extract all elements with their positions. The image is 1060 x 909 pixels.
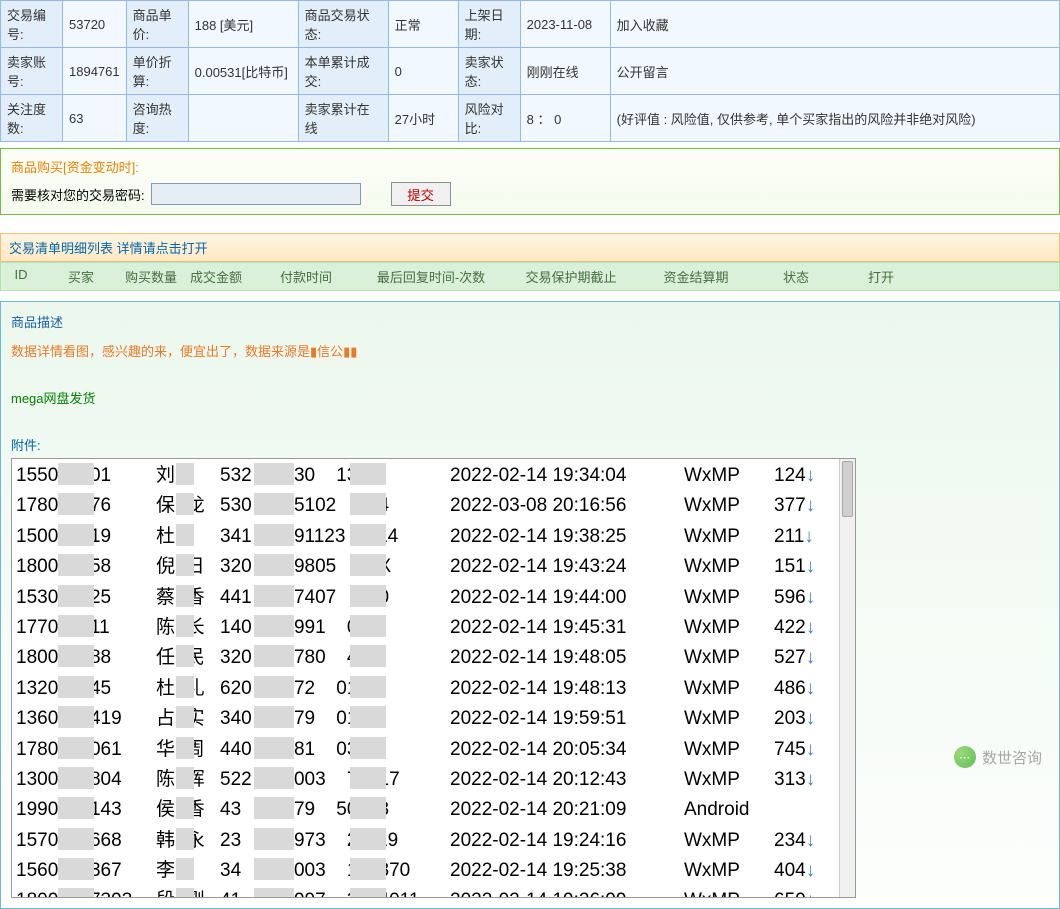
value-online: 27小时 <box>388 95 458 142</box>
label-deal-count: 本单累计成交: <box>298 48 388 95</box>
data-row: 1360000419占0实340000979000162022-02-14 19… <box>16 704 851 734</box>
watermark: ⋯ 数世咨询 <box>954 746 1042 768</box>
label-list-date: 上架日期: <box>458 1 520 48</box>
data-row: 180000788任0民3200009780004122022-02-14 19… <box>16 643 851 673</box>
label-seller-id: 卖家账号: <box>1 48 63 95</box>
data-row: 1990006143侯0香43000197900500832022-02-14 … <box>16 795 851 825</box>
data-row: 177000511陈0长1400009991000362022-02-14 19… <box>16 613 851 643</box>
value-trade-id: 53720 <box>63 1 127 48</box>
link-add-favorite[interactable]: 加入收藏 <box>610 1 1059 48</box>
data-row: 153000025蔡0香44100097407006602022-02-14 1… <box>16 583 851 613</box>
col-amount: 成交金额 <box>181 267 251 286</box>
watermark-text: 数世咨询 <box>982 747 1042 768</box>
attachment-label: 附件: <box>11 435 1049 454</box>
data-row: 1780006061华0周4400009810003532022-02-14 2… <box>16 735 851 765</box>
purchase-title: 商品购买[资金变动时]: <box>11 157 1049 176</box>
data-row: 132000445杜0礼6200009720001X2022-02-14 19:… <box>16 674 851 704</box>
label-online: 卖家累计在线 <box>298 95 388 142</box>
label-trade-id: 交易编号: <box>1 1 63 48</box>
data-row: 178000776保0龙53000005102000142022-03-08 2… <box>16 491 851 521</box>
col-state: 状态 <box>751 267 841 286</box>
value-risk: 8 ： 0 <box>520 95 610 142</box>
col-paytime: 付款时间 <box>251 267 361 286</box>
description-title: 商品描述 <box>11 312 1049 331</box>
col-protect: 交易保护期截止 <box>501 267 641 286</box>
data-row: 155000101刘053200003000132022-02-14 19:34… <box>16 461 851 491</box>
link-public-message[interactable]: 公开留言 <box>610 48 1059 95</box>
value-discount: 0.00531[比特币] <box>188 48 298 95</box>
value-seller-status: 刚刚在线 <box>520 48 610 95</box>
scroll-thumb[interactable] <box>842 461 853 517</box>
value-deal-count: 0 <box>388 48 458 95</box>
data-row: 1300008804陈0辉522000200300700172022-02-14… <box>16 765 851 795</box>
detail-list-header-text: 交易清单明细列表 详情请点击打开 <box>9 241 208 256</box>
scrollbar[interactable] <box>839 459 855 897</box>
col-reply: 最后回复时间-次数 <box>361 267 501 286</box>
col-open: 打开 <box>841 267 921 286</box>
purchase-panel: 商品购买[资金变动时]: 需要核对您的交易密码: 提交 <box>0 148 1060 215</box>
trade-password-input[interactable] <box>151 183 361 205</box>
label-price: 商品单价: <box>126 1 188 48</box>
value-price: 188 [美元] <box>188 1 298 48</box>
value-consult <box>188 95 298 142</box>
value-status: 正常 <box>388 1 458 48</box>
data-row: 18000027393段0刚41000619970031840112022-02… <box>16 886 851 898</box>
data-row: 1570007668韩0永230002197300261192022-02-14… <box>16 826 851 856</box>
wechat-icon: ⋯ <box>954 746 976 768</box>
attachment-preview: 155000101刘053200003000132022-02-14 19:34… <box>11 458 856 898</box>
label-status: 商品交易状态: <box>298 1 388 48</box>
value-watch: 63 <box>63 95 127 142</box>
value-list-date: 2023-11-08 <box>520 1 610 48</box>
col-qty: 购买数量 <box>121 267 181 286</box>
description-text: 数据详情看图，感兴趣的来，便宜出了，数据来源是▮信公▮▮ <box>11 341 1049 360</box>
text-risk-note: (好评值 : 风险值, 仅供参考, 单个买家指出的风险并非绝对风险) <box>610 95 1059 142</box>
col-buyer: 买家 <box>41 267 121 286</box>
col-settle: 资金结算期 <box>641 267 751 286</box>
product-info-table: 交易编号: 53720 商品单价: 188 [美元] 商品交易状态: 正常 上架… <box>0 0 1060 142</box>
data-row: 180000058倪0日320000998050067X2022-02-14 1… <box>16 552 851 582</box>
detail-list-header[interactable]: 交易清单明细列表 详情请点击打开 <box>0 233 1060 262</box>
purchase-prompt: 需要核对您的交易密码: <box>11 185 145 204</box>
description-panel: 商品描述 数据详情看图，感兴趣的来，便宜出了，数据来源是▮信公▮▮ mega网盘… <box>0 301 1060 909</box>
value-seller-id: 1894761 <box>63 48 127 95</box>
detail-columns: ID 买家 购买数量 成交金额 付款时间 最后回复时间-次数 交易保护期截止 资… <box>0 262 1060 291</box>
label-discount: 单价折算: <box>126 48 188 95</box>
submit-button[interactable]: 提交 <box>391 182 451 206</box>
label-consult: 咨询热度: <box>126 95 188 142</box>
col-id: ID <box>1 267 41 286</box>
label-watch: 关注度数: <box>1 95 63 142</box>
data-row: 1560005367李03400022003001738702022-02-14… <box>16 856 851 886</box>
delivery-text: mega网盘发货 <box>11 388 1049 407</box>
label-seller-status: 卖家状态: <box>458 48 520 95</box>
label-risk: 风险对比: <box>458 95 520 142</box>
data-row: 150000719杜0341000991123007142022-02-14 1… <box>16 522 851 552</box>
